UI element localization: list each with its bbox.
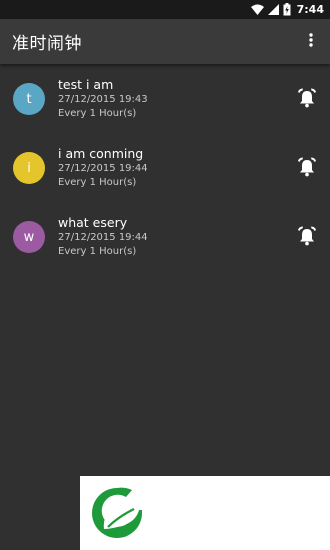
more-vert-icon xyxy=(309,32,313,51)
avatar: t xyxy=(13,83,45,115)
alarm-title: i am conming xyxy=(58,146,144,161)
alarm-bell-icon[interactable] xyxy=(296,225,318,247)
cellular-signal-icon xyxy=(267,4,279,15)
alarm-date: 27/12/2015 19:44 xyxy=(58,232,148,243)
alarm-text: what esery 27/12/2015 19:44 Every 1 Hour… xyxy=(58,215,148,259)
alarm-repeat: Every 1 Hour(s) xyxy=(58,108,137,119)
avatar: w xyxy=(13,221,45,253)
app-bar: 准时闹钟 xyxy=(0,19,330,64)
alarm-bell-icon[interactable] xyxy=(296,156,318,178)
battery-charging-icon xyxy=(283,3,291,16)
alarm-list-item[interactable]: i i am conming 27/12/2015 19:44 Every 1 … xyxy=(0,133,330,202)
alarm-repeat: Every 1 Hour(s) xyxy=(58,246,137,257)
alarm-bell-icon[interactable] xyxy=(296,87,318,109)
alarm-list-item[interactable]: t test i am 27/12/2015 19:43 Every 1 Hou… xyxy=(0,64,330,133)
background-panel xyxy=(0,476,80,550)
alarm-list: t test i am 27/12/2015 19:43 Every 1 Hou… xyxy=(0,64,330,271)
avatar: i xyxy=(13,152,45,184)
avatar-initial: t xyxy=(26,91,32,107)
alarm-date: 27/12/2015 19:44 xyxy=(58,163,148,174)
alarm-text: i am conming 27/12/2015 19:44 Every 1 Ho… xyxy=(58,146,148,190)
alarm-text: test i am 27/12/2015 19:43 Every 1 Hour(… xyxy=(58,77,148,121)
alarm-title: what esery xyxy=(58,215,128,230)
status-time: 7:44 xyxy=(296,3,324,16)
alarm-repeat: Every 1 Hour(s) xyxy=(58,177,137,188)
app-title: 准时闹钟 xyxy=(12,34,82,54)
avatar-initial: w xyxy=(23,229,35,245)
wifi-icon xyxy=(250,4,264,15)
alarm-date: 27/12/2015 19:43 xyxy=(58,94,148,105)
overflow-menu-button[interactable] xyxy=(300,27,322,57)
avatar-initial: i xyxy=(27,160,31,176)
green-leaf-g-logo-icon xyxy=(88,485,146,541)
alarm-title: test i am xyxy=(58,77,114,92)
status-bar: 7:44 xyxy=(0,0,330,19)
bottom-banner xyxy=(80,476,330,550)
alarm-list-item[interactable]: w what esery 27/12/2015 19:44 Every 1 Ho… xyxy=(0,202,330,271)
